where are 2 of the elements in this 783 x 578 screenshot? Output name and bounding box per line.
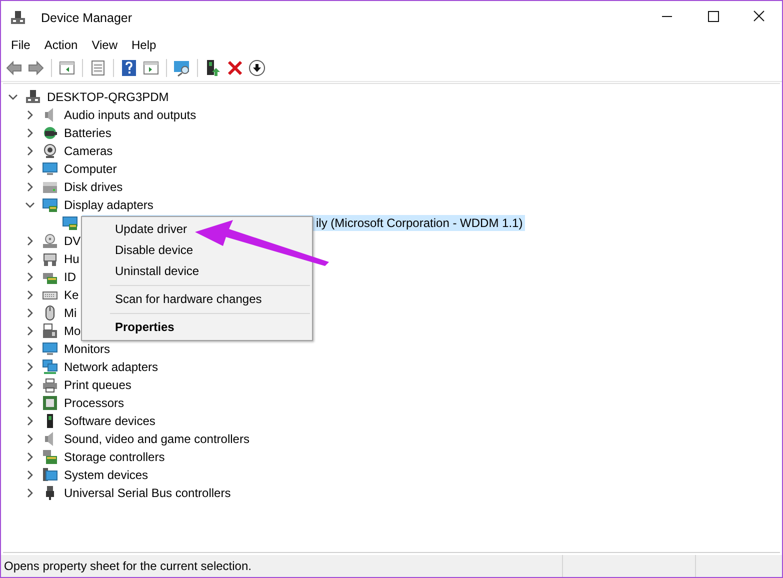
status-text: Opens property sheet for the current selection. xyxy=(3,559,252,573)
window-title: Device Manager xyxy=(41,11,134,25)
